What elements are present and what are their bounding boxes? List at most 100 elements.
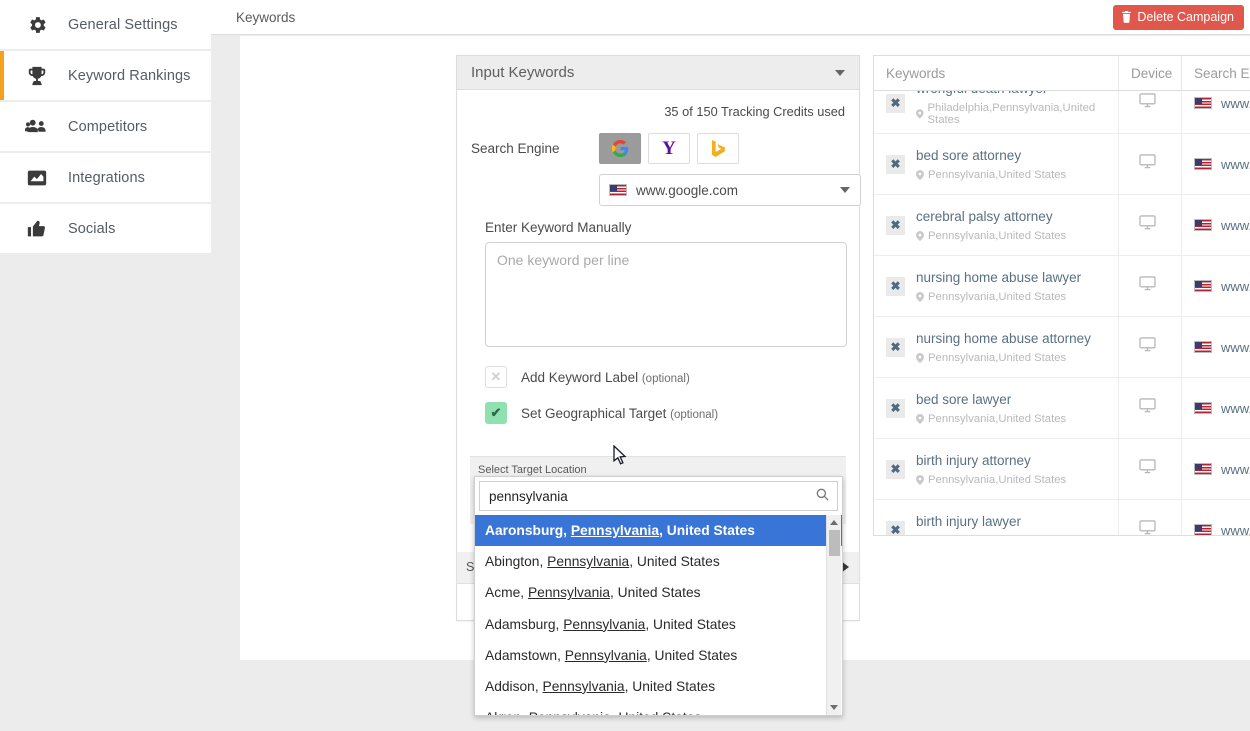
- chevron-down-icon[interactable]: [835, 69, 845, 76]
- table-row[interactable]: ✖ bed sore lawyer Pennsylvania,United St…: [874, 378, 1250, 439]
- location-search-input[interactable]: [479, 481, 838, 511]
- search-engine-text: www.google.com: [1221, 217, 1250, 233]
- add-keyword-label-optional: (optional): [641, 372, 690, 385]
- chevron-down-icon: [840, 187, 850, 193]
- remove-keyword-icon[interactable]: ✖: [886, 154, 905, 174]
- location-options-list[interactable]: Aaronsburg, Pennsylvania, United States …: [475, 515, 842, 715]
- location-option[interactable]: Adamsburg, Pennsylvania, United States: [475, 609, 842, 640]
- search-engine-google-button[interactable]: [599, 133, 641, 164]
- search-engine-cell: www.google.com: [1181, 195, 1250, 255]
- bing-icon: [711, 140, 726, 157]
- us-flag-icon: [1194, 402, 1212, 414]
- geo-target-row[interactable]: ✔ Set Geographical Target (optional): [485, 402, 845, 424]
- keyword-cell: ✖ bed sore lawyer Pennsylvania,United St…: [874, 378, 1118, 438]
- add-keyword-label-text: Add Keyword Label (optional): [521, 370, 690, 385]
- location-list-scroll-thumb[interactable]: [829, 530, 840, 556]
- magnifier-icon: [816, 488, 829, 506]
- sidebar-item-label: Integrations: [68, 169, 145, 186]
- remove-keyword-icon[interactable]: ✖: [886, 520, 905, 535]
- search-engine-bing-button[interactable]: [697, 133, 739, 164]
- enter-keyword-label: Enter Keyword Manually: [485, 220, 632, 235]
- keyword-text: birth injury attorney: [916, 452, 1031, 468]
- keywords-table-body[interactable]: ✖ wrongful death lawyer Philadelphia,Pen…: [874, 91, 1250, 535]
- sidebar-item-general-settings[interactable]: General Settings: [0, 0, 211, 50]
- keyword-cell: ✖ birth injury attorney Pennsylvania,Uni…: [874, 439, 1118, 499]
- location-option[interactable]: Aaronsburg, Pennsylvania, United States: [475, 515, 842, 547]
- keyword-location: Pennsylvania,United States: [916, 169, 1066, 181]
- keyword-cell: ✖ birth injury lawyer Pennsylvania,Unite…: [874, 500, 1118, 535]
- keyword-location-text: Pennsylvania,United States: [928, 169, 1067, 182]
- sidebar-item-socials[interactable]: Socials: [0, 204, 211, 254]
- location-option-match: Pennsylvania: [547, 554, 630, 570]
- remove-keyword-icon[interactable]: ✖: [886, 215, 905, 235]
- keyword-text: wrongful death lawyer: [916, 91, 1118, 98]
- sidebar-item-competitors[interactable]: Competitors: [0, 102, 211, 152]
- map-pin-icon: [916, 414, 924, 425]
- geo-target-text: Set Geographical Target (optional): [521, 406, 718, 421]
- location-option-suffix: , United States: [624, 678, 716, 694]
- tracking-credits-text: 35 of 150 Tracking Credits used: [664, 104, 845, 119]
- geo-target-checkbox[interactable]: ✔: [485, 402, 507, 424]
- search-engine-text: www.google.com: [1221, 461, 1250, 477]
- search-domain-select[interactable]: www.google.com: [599, 174, 861, 206]
- location-option-prefix: Acme,: [485, 585, 528, 601]
- top-bar: Keywords Delete Campaign: [211, 0, 1250, 35]
- keyword-text: nursing home abuse lawyer: [916, 269, 1082, 285]
- location-option[interactable]: Acme, Pennsylvania, United States: [475, 577, 842, 608]
- table-row[interactable]: ✖ birth injury attorney Pennsylvania,Uni…: [874, 439, 1250, 500]
- keyword-location-text: Pennsylvania,United States: [928, 474, 1067, 487]
- location-option[interactable]: Adamstown, Pennsylvania, United States: [475, 640, 842, 671]
- delete-campaign-button[interactable]: Delete Campaign: [1113, 5, 1244, 30]
- remove-keyword-icon[interactable]: ✖: [886, 93, 905, 113]
- table-row[interactable]: ✖ nursing home abuse attorney Pennsylvan…: [874, 317, 1250, 378]
- sidebar-item-keyword-rankings[interactable]: Keyword Rankings: [0, 51, 211, 101]
- add-keyword-label-checkbox[interactable]: ✕: [485, 366, 507, 388]
- us-flag-icon: [1194, 219, 1212, 231]
- keyword-textarea[interactable]: [485, 242, 847, 347]
- add-keyword-label-main: Add Keyword Label: [521, 369, 639, 385]
- location-list-scrollbar[interactable]: [826, 515, 841, 715]
- location-dropdown: Aaronsburg, Pennsylvania, United States …: [474, 476, 843, 716]
- us-flag-icon: [1194, 341, 1212, 353]
- add-keyword-label-row[interactable]: ✕ Add Keyword Label (optional): [485, 366, 845, 388]
- table-row[interactable]: ✖ wrongful death lawyer Philadelphia,Pen…: [874, 91, 1250, 134]
- remove-keyword-icon[interactable]: ✖: [886, 337, 905, 357]
- sidebar-item-integrations[interactable]: Integrations: [0, 153, 211, 203]
- location-option-suffix: , United States: [629, 554, 720, 570]
- table-row[interactable]: ✖ nursing home abuse lawyer Pennsylvania…: [874, 256, 1250, 317]
- scroll-down-arrow-icon[interactable]: [830, 705, 838, 710]
- table-row[interactable]: ✖ bed sore attorney Pennsylvania,United …: [874, 134, 1250, 195]
- trophy-icon: [22, 63, 52, 89]
- keyword-location: Pennsylvania,United States: [916, 291, 1081, 303]
- search-engine-text: www.google.com: [1221, 522, 1250, 536]
- remove-keyword-icon[interactable]: ✖: [886, 398, 905, 418]
- keyword-text: birth injury lawyer: [916, 513, 1022, 529]
- remove-keyword-icon[interactable]: ✖: [886, 459, 905, 479]
- search-engine-label: Search Engine: [471, 141, 560, 156]
- yahoo-icon: Y: [662, 138, 676, 159]
- sidebar-item-label: Socials: [68, 220, 116, 237]
- keyword-cell: ✖ cerebral palsy attorney Pennsylvania,U…: [874, 195, 1118, 255]
- page-title: Keywords: [236, 10, 296, 25]
- keyword-location: Philadelphia,Pennsylvania,United States: [916, 102, 1118, 126]
- keyword-location: Pennsylvania,United States: [916, 413, 1066, 425]
- table-row[interactable]: ✖ birth injury lawyer Pennsylvania,Unite…: [874, 500, 1250, 535]
- desktop-icon: [1139, 398, 1156, 418]
- search-domain-value: www.google.com: [636, 182, 739, 198]
- scroll-up-arrow-icon[interactable]: [830, 520, 838, 525]
- location-option-suffix: , United States: [659, 523, 755, 538]
- remove-keyword-icon[interactable]: ✖: [886, 276, 905, 296]
- search-engine-cell: www.google.com: [1181, 256, 1250, 316]
- panel-header[interactable]: Input Keywords: [457, 56, 859, 90]
- google-icon: [611, 140, 629, 157]
- search-engine-yahoo-button[interactable]: Y: [648, 133, 690, 164]
- table-row[interactable]: ✖ cerebral palsy attorney Pennsylvania,U…: [874, 195, 1250, 256]
- location-option[interactable]: Abington, Pennsylvania, United States: [475, 546, 842, 577]
- column-header-device: Device: [1118, 56, 1181, 90]
- location-option[interactable]: Addison, Pennsylvania, United States: [475, 671, 842, 702]
- device-cell: [1118, 134, 1181, 194]
- sidebar-item-label: General Settings: [68, 16, 178, 33]
- column-header-search-engine: Search Engine: [1181, 56, 1250, 90]
- location-option-match: Pennsylvania: [542, 678, 625, 694]
- location-option[interactable]: Akron, Pennsylvania, United States: [475, 702, 842, 715]
